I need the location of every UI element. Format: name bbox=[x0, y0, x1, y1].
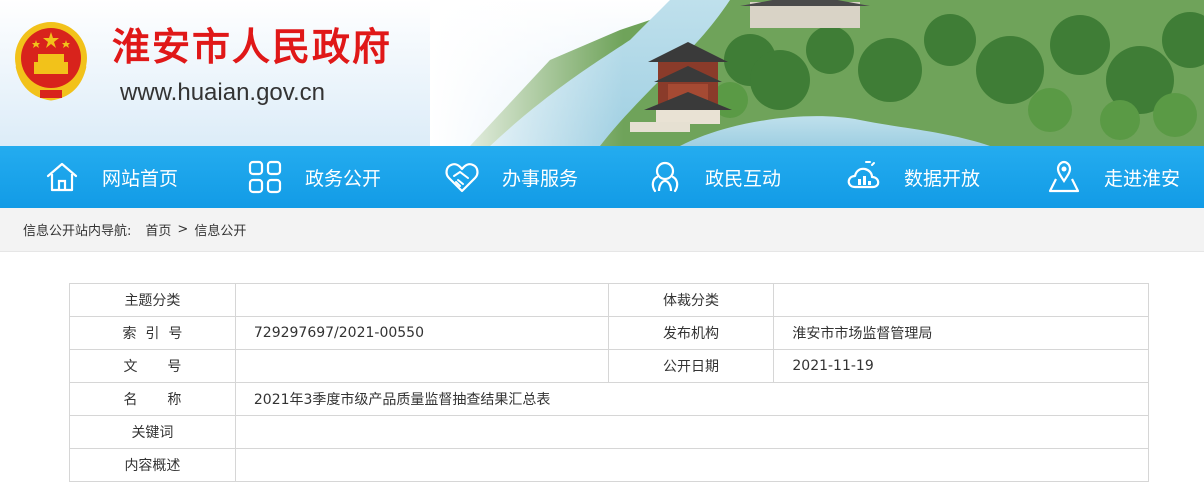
publisher-value: 淮安市市场监督管理局 bbox=[773, 316, 1149, 350]
publisher-label: 发布机构 bbox=[607, 316, 775, 350]
breadcrumb-label: 信息公开站内导航: bbox=[23, 224, 132, 239]
table-row: 名称 2021年3季度市级产品质量监督抽查结果汇总表 bbox=[69, 382, 1150, 416]
breadcrumb-home-link[interactable]: 首页 bbox=[145, 220, 171, 239]
summary-value bbox=[234, 448, 1150, 482]
site-header-banner: 淮安市人民政府 www.huaian.gov.cn bbox=[0, 0, 1204, 146]
home-icon bbox=[44, 159, 80, 195]
nav-about-huaian[interactable]: 走进淮安 bbox=[1046, 146, 1180, 208]
keywords-label: 关键词 bbox=[69, 415, 236, 449]
data-cloud-icon bbox=[846, 159, 882, 195]
nav-services-label: 办事服务 bbox=[502, 167, 579, 190]
nav-open-data[interactable]: 数据开放 bbox=[846, 146, 980, 208]
breadcrumb: 信息公开站内导航: 首页 > 信息公开 bbox=[0, 208, 1204, 252]
index-value: 729297697/2021-00550 bbox=[234, 316, 609, 350]
breadcrumb-info-link[interactable]: 信息公开 bbox=[194, 220, 246, 239]
topic-value bbox=[234, 283, 609, 317]
nav-gov-affairs[interactable]: 政务公开 bbox=[247, 146, 381, 208]
nav-gov-affairs-label: 政务公开 bbox=[305, 167, 382, 190]
index-label-text: 索引号 bbox=[122, 326, 192, 342]
interaction-icon bbox=[647, 159, 683, 195]
table-row: 文号 公开日期 2021-11-19 bbox=[69, 349, 1149, 383]
summary-label: 内容概述 bbox=[69, 448, 236, 482]
map-pin-icon bbox=[1046, 159, 1082, 195]
table-row: 索引号 729297697/2021-00550 发布机构 淮安市市场监督管理局 bbox=[69, 316, 1149, 350]
index-label: 索引号 bbox=[69, 316, 236, 350]
doc-no-label: 文号 bbox=[69, 349, 236, 383]
document-info-table: 主题分类 体裁分类 索引号 729297697/2021-00550 发布机构 … bbox=[69, 283, 1150, 482]
topic-label: 主题分类 bbox=[69, 283, 236, 317]
date-label: 公开日期 bbox=[607, 349, 775, 383]
nav-home[interactable]: 网站首页 bbox=[44, 146, 178, 208]
city-scenery-image bbox=[430, 0, 1204, 146]
table-row: 内容概述 bbox=[69, 448, 1150, 482]
site-title: 淮安市人民政府 bbox=[112, 25, 393, 69]
breadcrumb-separator: > bbox=[177, 222, 189, 237]
handshake-icon bbox=[444, 159, 480, 195]
grid-icon bbox=[247, 159, 283, 195]
national-emblem-icon bbox=[15, 22, 87, 101]
table-row: 主题分类 体裁分类 bbox=[69, 283, 1149, 317]
name-label: 名称 bbox=[69, 382, 236, 416]
nav-services[interactable]: 办事服务 bbox=[444, 146, 578, 208]
name-value: 2021年3季度市级产品质量监督抽查结果汇总表 bbox=[234, 382, 1150, 416]
keywords-value bbox=[234, 415, 1150, 449]
doc-no-value bbox=[234, 349, 609, 383]
table-row: 关键词 bbox=[69, 415, 1150, 449]
nav-interaction[interactable]: 政民互动 bbox=[647, 146, 781, 208]
doc-no-label-text: 文号 bbox=[123, 359, 212, 375]
nav-open-data-label: 数据开放 bbox=[904, 167, 981, 190]
nav-about-huaian-label: 走进淮安 bbox=[1104, 167, 1181, 190]
name-label-text: 名称 bbox=[123, 392, 212, 408]
main-nav: 网站首页 政务公开 办事服务 政民互动 数据开放 走进淮安 bbox=[0, 146, 1204, 208]
site-url: www.huaian.gov.cn bbox=[120, 79, 326, 106]
genre-label: 体裁分类 bbox=[607, 283, 775, 317]
genre-value bbox=[773, 283, 1149, 317]
nav-home-label: 网站首页 bbox=[102, 167, 179, 190]
nav-interaction-label: 政民互动 bbox=[705, 167, 782, 190]
date-value: 2021-11-19 bbox=[773, 349, 1149, 383]
